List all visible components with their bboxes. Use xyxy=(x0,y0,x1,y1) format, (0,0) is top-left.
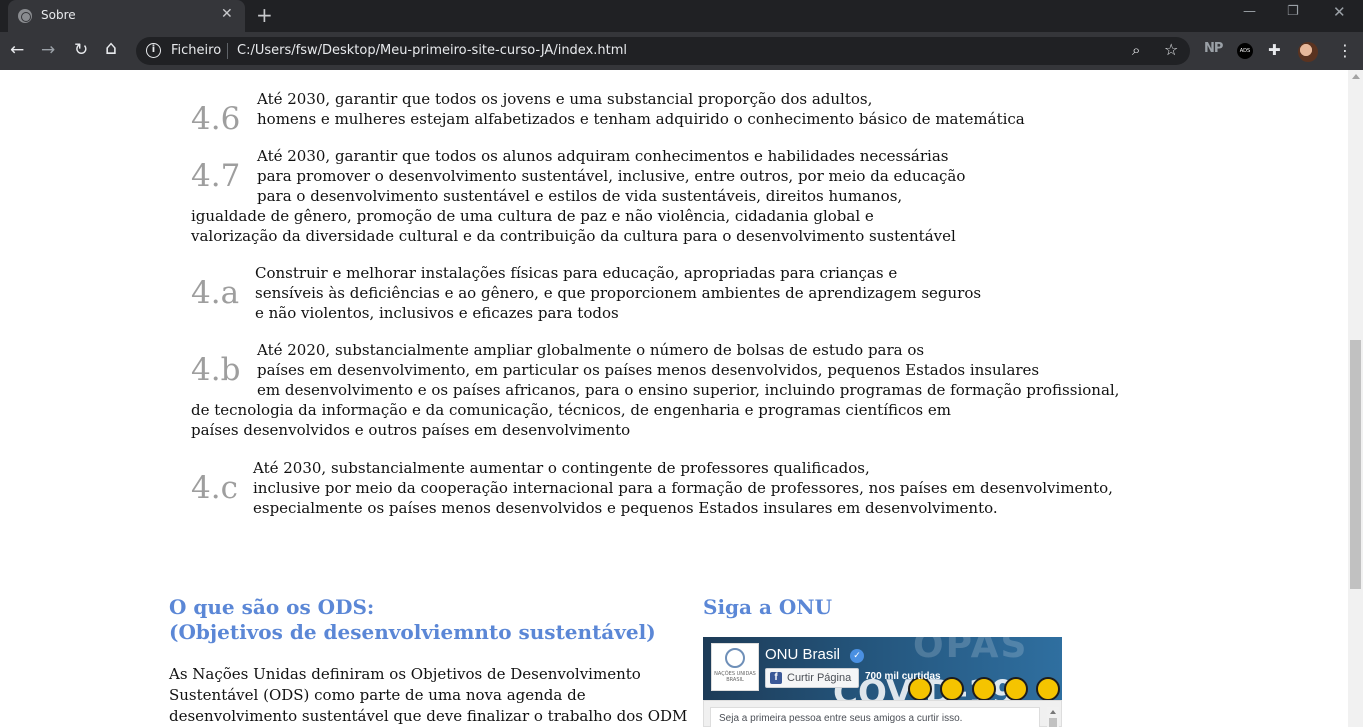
goal-item: 4.b Até 2020, substancialmente ampliar g… xyxy=(191,340,1119,440)
ods-description: As Nações Unidas definiram os Objetivos … xyxy=(169,664,688,727)
widget-scrollbar[interactable] xyxy=(1047,707,1059,727)
goal-text-line: para o desenvolvimento sustentável e est… xyxy=(257,187,903,205)
goal-text-line: especialmente os países menos desenvolvi… xyxy=(253,499,998,517)
address-bar[interactable]: i Ficheiro C:/Users/fsw/Desktop/Meu-prim… xyxy=(136,37,1190,65)
page-scrollbar[interactable] xyxy=(1348,70,1363,727)
goal-text-line: e não violentos, inclusivos e eficazes p… xyxy=(255,304,619,322)
facebook-page-widget[interactable]: OPAS COVID-19 NAÇÕES UNIDAS BRASIL ONU B… xyxy=(703,637,1062,727)
verified-badge-icon: ✓ xyxy=(850,649,864,663)
goal-text-line: Até 2020, substancialmente ampliar globa… xyxy=(257,341,925,359)
tab-sobre[interactable]: Sobre ✕ xyxy=(8,0,245,32)
ods-title-line: (Objetivos de desenvolviemnto sustentáve… xyxy=(169,620,656,644)
goal-text-line: homens e mulheres estejam alfabetizados … xyxy=(257,110,1025,128)
facebook-page-name[interactable]: ONU Brasil xyxy=(765,646,840,663)
np-extension-icon[interactable]: NP xyxy=(1204,41,1223,56)
goal-text-line: de tecnologia da informação e da comunic… xyxy=(191,401,951,419)
goal-number: 4.b xyxy=(191,352,241,388)
cover-text-top: OPAS xyxy=(913,637,1029,666)
tab-title: Sobre xyxy=(41,8,76,22)
goal-text-line: países desenvolvidos e outros países em … xyxy=(191,421,631,439)
cover-pictogram xyxy=(972,677,996,701)
goal-text-line: em desenvolvimento e os países africanos… xyxy=(257,381,1120,399)
new-tab-button[interactable]: + xyxy=(256,3,273,27)
un-emblem-icon xyxy=(725,648,745,668)
goal-number: 4.7 xyxy=(191,158,241,194)
like-page-button[interactable]: f Curtir Página xyxy=(765,668,859,688)
site-chip[interactable]: Ficheiro xyxy=(171,43,221,58)
goal-text-line: valorização da diversidade cultural e da… xyxy=(191,227,956,245)
likes-count: 700 mil curtidas xyxy=(865,671,941,682)
ods-title-line: O que são os ODS: xyxy=(169,595,375,619)
forward-button[interactable]: → xyxy=(41,40,55,60)
goal-text-line: Até 2030, substancialmente aumentar o co… xyxy=(253,459,870,477)
cover-pictogram xyxy=(1036,677,1060,701)
cover-pictogram xyxy=(940,677,964,701)
facebook-widget-body: Seja a primeira pessoa entre seus amigos… xyxy=(703,700,1062,727)
close-window-button[interactable]: ✕ xyxy=(1333,3,1346,21)
profile-avatar[interactable] xyxy=(1298,42,1318,62)
goal-text-line: Construir e melhorar instalações físicas… xyxy=(255,264,898,282)
browser-toolbar: ← → ↻ ⌂ i Ficheiro C:/Users/fsw/Desktop/… xyxy=(0,32,1363,70)
home-button[interactable]: ⌂ xyxy=(105,38,117,58)
goal-text-line: países em desenvolvimento, em particular… xyxy=(257,361,1040,379)
goal-text-line: sensíveis às deficiências e ao gênero, e… xyxy=(255,284,982,302)
url-text[interactable]: C:/Users/fsw/Desktop/Meu-primeiro-site-c… xyxy=(237,43,627,58)
goal-text-line: para promover o desenvolvimento sustentá… xyxy=(257,167,966,185)
browser-menu-icon[interactable]: ⋮ xyxy=(1337,41,1353,60)
goal-item: 4.c Até 2030, substancialmente aumentar … xyxy=(191,458,1113,518)
goal-item: 4.a Construir e melhorar instalações fís… xyxy=(191,263,981,323)
scroll-up-arrow-icon[interactable] xyxy=(1352,74,1360,79)
cover-pictogram xyxy=(1004,677,1028,701)
friends-like-text: Seja a primeira pessoa entre seus amigos… xyxy=(710,707,1040,727)
goal-number: 4.c xyxy=(191,470,238,506)
goal-text-line: igualdade de gênero, promoção de uma cul… xyxy=(191,207,874,225)
goal-number: 4.6 xyxy=(191,101,241,137)
page-viewport: 4.6 Até 2030, garantir que todos os jove… xyxy=(0,70,1348,727)
scroll-up-arrow-icon[interactable] xyxy=(1050,710,1056,714)
goal-item: 4.6 Até 2030, garantir que todos os jove… xyxy=(191,89,1025,137)
goal-text-line: inclusive por meio da cooperação interna… xyxy=(253,479,1113,497)
back-button[interactable]: ← xyxy=(10,40,24,60)
ods-text-line: Sustentável (ODS) como parte de uma nova… xyxy=(169,686,586,704)
bookmark-star-icon[interactable]: ☆ xyxy=(1164,40,1178,59)
extensions-puzzle-icon[interactable]: ✚ xyxy=(1268,41,1281,59)
reload-button[interactable]: ↻ xyxy=(74,40,88,60)
info-icon[interactable]: i xyxy=(146,43,161,58)
restore-button[interactable]: ❐ xyxy=(1287,4,1299,19)
ads-extension-icon[interactable]: ADS xyxy=(1237,43,1253,59)
facebook-icon: f xyxy=(770,672,782,684)
zoom-icon[interactable]: ⌕ xyxy=(1132,41,1140,59)
ods-text-line: desenvolvimento sustentável que deve fin… xyxy=(169,707,688,725)
goal-number: 4.a xyxy=(191,275,240,311)
like-page-label: Curtir Página xyxy=(787,672,852,684)
ods-section-title: O que são os ODS: (Objetivos de desenvol… xyxy=(169,595,656,645)
follow-section-title: Siga a ONU xyxy=(703,595,833,619)
tab-strip: Sobre ✕ + — ❐ ✕ xyxy=(0,0,1363,32)
tab-close-icon[interactable]: ✕ xyxy=(221,6,233,22)
goal-item: 4.7 Até 2030, garantir que todos os alun… xyxy=(191,146,965,246)
goal-text-line: Até 2030, garantir que todos os jovens e… xyxy=(257,90,873,108)
scrollbar-thumb[interactable] xyxy=(1350,340,1361,589)
ods-text-line: As Nações Unidas definiram os Objetivos … xyxy=(169,665,641,683)
address-separator xyxy=(227,43,228,59)
globe-icon xyxy=(18,9,32,23)
minimize-button[interactable]: — xyxy=(1243,4,1256,19)
scrollbar-thumb[interactable] xyxy=(1049,718,1057,727)
goal-text-line: Até 2030, garantir que todos os alunos a… xyxy=(257,147,949,165)
logo-caption: NAÇÕES UNIDAS BRASIL xyxy=(714,671,756,683)
onu-logo[interactable]: NAÇÕES UNIDAS BRASIL xyxy=(711,643,759,691)
